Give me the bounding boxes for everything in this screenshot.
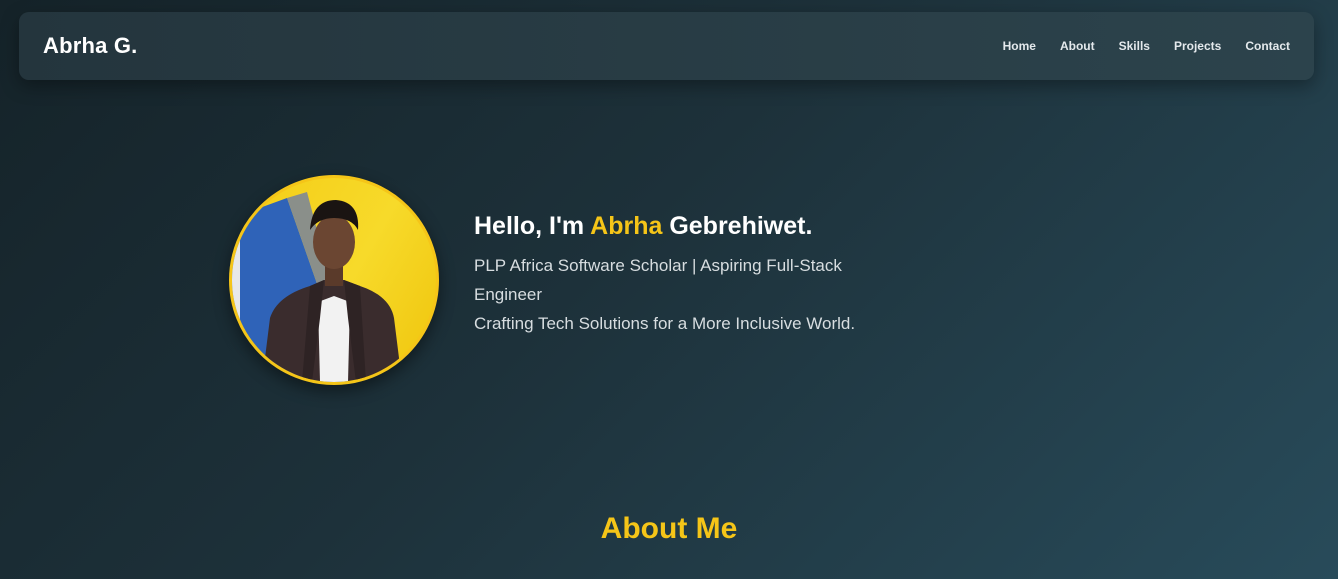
greeting-prefix: Hello, I'm (474, 212, 591, 240)
nav-link-projects[interactable]: Projects (1174, 39, 1221, 53)
nav-link-skills[interactable]: Skills (1119, 39, 1150, 53)
nav-link-home[interactable]: Home (1003, 39, 1036, 53)
greeting-name-highlight: Abrha (590, 212, 663, 240)
about-section-title: About Me (600, 512, 738, 545)
navbar: Abrha G. Home About Skills Projects Cont… (19, 12, 1314, 80)
tagline-line-1: PLP Africa Software Scholar | Aspiring F… (474, 256, 842, 304)
nav-link-about[interactable]: About (1060, 39, 1095, 53)
hero-greeting: Hello, I'm Abrha Gebrehiwet. (474, 212, 884, 241)
greeting-suffix: Gebrehiwet. (662, 212, 813, 240)
nav-link-contact[interactable]: Contact (1245, 39, 1290, 53)
nav-links: Home About Skills Projects Contact (1003, 39, 1290, 53)
hero-section: Hello, I'm Abrha Gebrehiwet. PLP Africa … (229, 175, 884, 385)
tagline-line-2: Crafting Tech Solutions for a More Inclu… (474, 314, 856, 333)
profile-photo-illustration (232, 192, 402, 382)
hero-text: Hello, I'm Abrha Gebrehiwet. PLP Africa … (474, 212, 884, 338)
profile-photo (229, 175, 439, 385)
brand-logo[interactable]: Abrha G. (43, 33, 138, 59)
hero-tagline: PLP Africa Software Scholar | Aspiring F… (474, 251, 884, 338)
